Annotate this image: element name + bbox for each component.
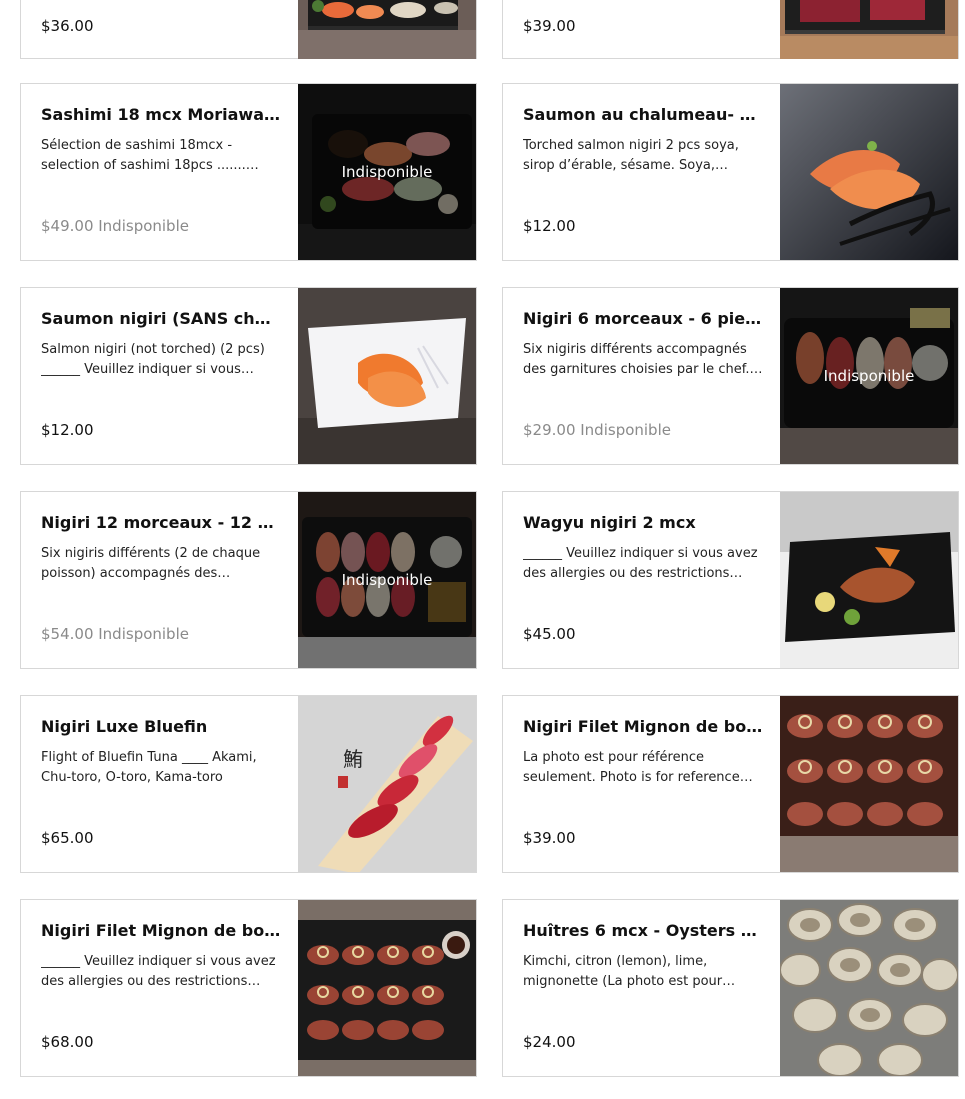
card-info: Nigiri Filet Mignon de boeuf 1… ______ Ve… <box>21 900 299 1076</box>
beef-nigiri-photo <box>780 696 958 872</box>
card-info: Nigiri 6 morceaux - 6 pieces (… Six nigir… <box>503 288 781 464</box>
item-price: $39.00 <box>523 17 576 35</box>
item-title: Nigiri 6 morceaux - 6 pieces (… <box>523 309 763 328</box>
item-description: ______ Veuillez indiquer si vous avez de… <box>523 546 758 581</box>
card-info: Nigiri 12 morceaux - 12 pieces Six nigiri… <box>21 492 299 668</box>
card-info: Saumon nigiri (SANS chalum… Salmon nigiri… <box>21 288 299 464</box>
item-price: $54.00 Indisponible <box>41 625 189 643</box>
card-info: $36.00 <box>21 0 299 58</box>
unavailable-overlay: Indisponible <box>298 492 476 668</box>
unavailable-overlay: Indisponible <box>780 288 958 464</box>
menu-card[interactable]: Nigiri Filet Mignon de boeuf 6… La photo … <box>502 695 959 873</box>
menu-card[interactable]: Saumon nigiri (SANS chalum… Salmon nigiri… <box>20 287 477 465</box>
item-description: Six nigiris différents (2 de chaque pois… <box>41 546 261 581</box>
item-price: $39.00 <box>523 829 576 847</box>
card-info: Saumon au chalumeau- TOR… Torched salmon … <box>503 84 781 260</box>
item-photo <box>298 0 476 59</box>
item-title: Wagyu nigiri 2 mcx <box>523 513 696 532</box>
item-description: Torched salmon nigiri 2 pcs soya, sirop … <box>523 138 739 173</box>
bluefin-flight-photo: 鮪 <box>298 696 476 872</box>
unavailable-overlay: Indisponible <box>298 84 476 260</box>
card-info: Nigiri Filet Mignon de boeuf 6… La photo … <box>503 696 781 872</box>
menu-card-partial-left[interactable]: $36.00 <box>20 0 477 59</box>
card-info: Wagyu nigiri 2 mcx ______ Veuillez indiqu… <box>503 492 781 668</box>
item-title: Huîtres 6 mcx - Oysters 6 pcs <box>523 921 763 940</box>
salmon-nigiri-photo <box>298 288 476 464</box>
beef-platter-photo <box>298 900 476 1076</box>
oysters-photo <box>780 900 958 1076</box>
item-title: Nigiri Luxe Bluefin <box>41 717 208 736</box>
item-photo <box>780 0 958 59</box>
card-info: Huîtres 6 mcx - Oysters 6 pcs Kimchi, cit… <box>503 900 781 1076</box>
nigiri-twelve-photo: Indisponible <box>298 492 476 668</box>
item-price: $68.00 <box>41 1033 94 1051</box>
item-description: Salmon nigiri (not torched) (2 pcs) ____… <box>41 342 265 377</box>
menu-card[interactable]: Nigiri 6 morceaux - 6 pieces (… Six nigir… <box>502 287 959 465</box>
item-price: $24.00 <box>523 1033 576 1051</box>
menu-card-partial-right[interactable]: $39.00 <box>502 0 959 59</box>
menu-card[interactable]: Wagyu nigiri 2 mcx ______ Veuillez indiqu… <box>502 491 959 669</box>
menu-card[interactable]: Nigiri Filet Mignon de boeuf 1… ______ Ve… <box>20 899 477 1077</box>
item-description: Flight of Bluefin Tuna ____ Akami, Chu-t… <box>41 750 257 785</box>
item-description: Six nigiris différents accompagnés des g… <box>523 342 763 377</box>
menu-card[interactable]: Nigiri 12 morceaux - 12 pieces Six nigiri… <box>20 491 477 669</box>
torched-salmon-photo <box>780 84 958 260</box>
item-title: Nigiri 12 morceaux - 12 pieces <box>41 513 281 532</box>
item-title: Saumon au chalumeau- TOR… <box>523 105 763 124</box>
item-title: Saumon nigiri (SANS chalum… <box>41 309 281 328</box>
sashimi-box-photo: Indisponible <box>298 84 476 260</box>
card-info: Sashimi 18 mcx Moriawase Sélection de sas… <box>21 84 299 260</box>
item-title: Nigiri Filet Mignon de boeuf 6… <box>523 717 763 736</box>
item-price: $65.00 <box>41 829 94 847</box>
item-description: La photo est pour référence seulement. P… <box>523 750 753 785</box>
item-title: Nigiri Filet Mignon de boeuf 1… <box>41 921 281 940</box>
item-price: $45.00 <box>523 625 576 643</box>
menu-card[interactable]: Saumon au chalumeau- TOR… Torched salmon … <box>502 83 959 261</box>
menu-grid: $36.00 $39.00 Sashimi 18 mcx Moriawase S… <box>0 0 965 1099</box>
menu-card[interactable]: Huîtres 6 mcx - Oysters 6 pcs Kimchi, cit… <box>502 899 959 1077</box>
item-price: $29.00 Indisponible <box>523 421 671 439</box>
item-price: $12.00 <box>523 217 576 235</box>
card-info: $39.00 <box>503 0 781 58</box>
item-title: Sashimi 18 mcx Moriawase <box>41 105 281 124</box>
item-price: $12.00 <box>41 421 94 439</box>
item-description: Sélection de sashimi 18mcx - selection o… <box>41 138 246 173</box>
menu-card[interactable]: Nigiri Luxe Bluefin Flight of Bluefin Tun… <box>20 695 477 873</box>
item-price: $49.00 Indisponible <box>41 217 189 235</box>
wagyu-nigiri-photo <box>780 492 958 668</box>
card-info: Nigiri Luxe Bluefin Flight of Bluefin Tun… <box>21 696 299 872</box>
svg-text:鮪: 鮪 <box>343 747 363 771</box>
item-description: ______ Veuillez indiquer si vous avez de… <box>41 954 276 989</box>
menu-card[interactable]: Sashimi 18 mcx Moriawase Sélection de sas… <box>20 83 477 261</box>
item-description: Kimchi, citron (lemon), lime, mignonette… <box>523 954 736 989</box>
nigiri-six-photo: Indisponible <box>780 288 958 464</box>
item-price: $36.00 <box>41 17 94 35</box>
